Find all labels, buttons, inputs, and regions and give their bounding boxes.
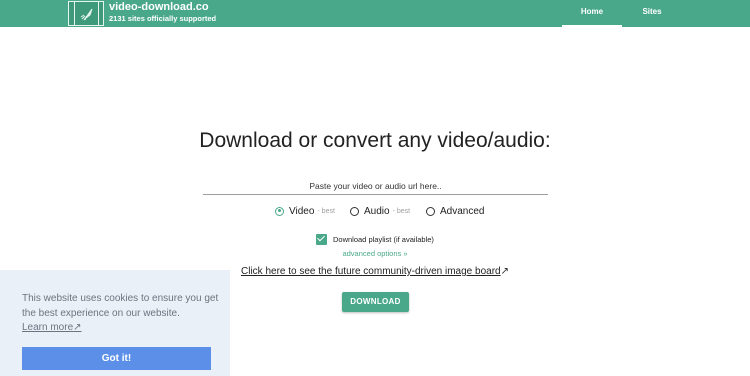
radio-button-selected[interactable] <box>275 206 284 216</box>
page-title: Download or convert any video/audio: <box>199 129 551 152</box>
playlist-checkbox-row[interactable]: Download playlist (if available) <box>316 233 434 245</box>
format-option-audio[interactable]: Audio - best <box>350 205 410 217</box>
external-link-icon: ↗ <box>500 266 509 277</box>
download-button[interactable]: DOWNLOAD <box>342 292 409 312</box>
cookie-learn-more-link[interactable]: Learn more↗ <box>22 322 82 333</box>
brand-subtitle: 2131 sites officially supported <box>109 14 217 23</box>
playlist-checkbox[interactable] <box>316 233 327 245</box>
format-option-label: Video <box>289 205 315 217</box>
format-option-advanced[interactable]: Advanced <box>426 205 484 217</box>
format-option-video[interactable]: Video - best <box>275 205 335 217</box>
cookie-banner: This website uses cookies to ensure you … <box>0 270 230 376</box>
cookie-message: This website uses cookies to ensure you … <box>22 293 219 319</box>
brand-title[interactable]: video-download.co <box>109 1 209 13</box>
format-option-label: Advanced <box>440 205 485 217</box>
playlist-checkbox-label: Download playlist (if available) <box>333 234 434 244</box>
future-board-link-text[interactable]: Click here to see the future community-d… <box>241 266 501 277</box>
nav-sites-link[interactable]: Sites <box>622 7 682 16</box>
format-option-label: Audio <box>364 205 390 217</box>
format-option-sub: - best <box>317 207 335 215</box>
url-input[interactable] <box>203 177 548 195</box>
top-navbar: video-download.co 2131 sites officially … <box>0 0 750 27</box>
format-option-sub: - best <box>392 207 411 215</box>
radio-button[interactable] <box>426 206 435 216</box>
cookie-learn-more-text[interactable]: Learn more <box>22 322 73 333</box>
nav-home-link[interactable]: Home <box>562 7 622 27</box>
radio-button[interactable] <box>350 206 359 216</box>
advanced-options-link[interactable]: advanced options » <box>0 249 750 258</box>
external-link-icon: ↗ <box>73 322 82 333</box>
cookie-accept-button[interactable]: Got it! <box>22 347 211 370</box>
film-rocket-icon[interactable] <box>68 1 104 26</box>
